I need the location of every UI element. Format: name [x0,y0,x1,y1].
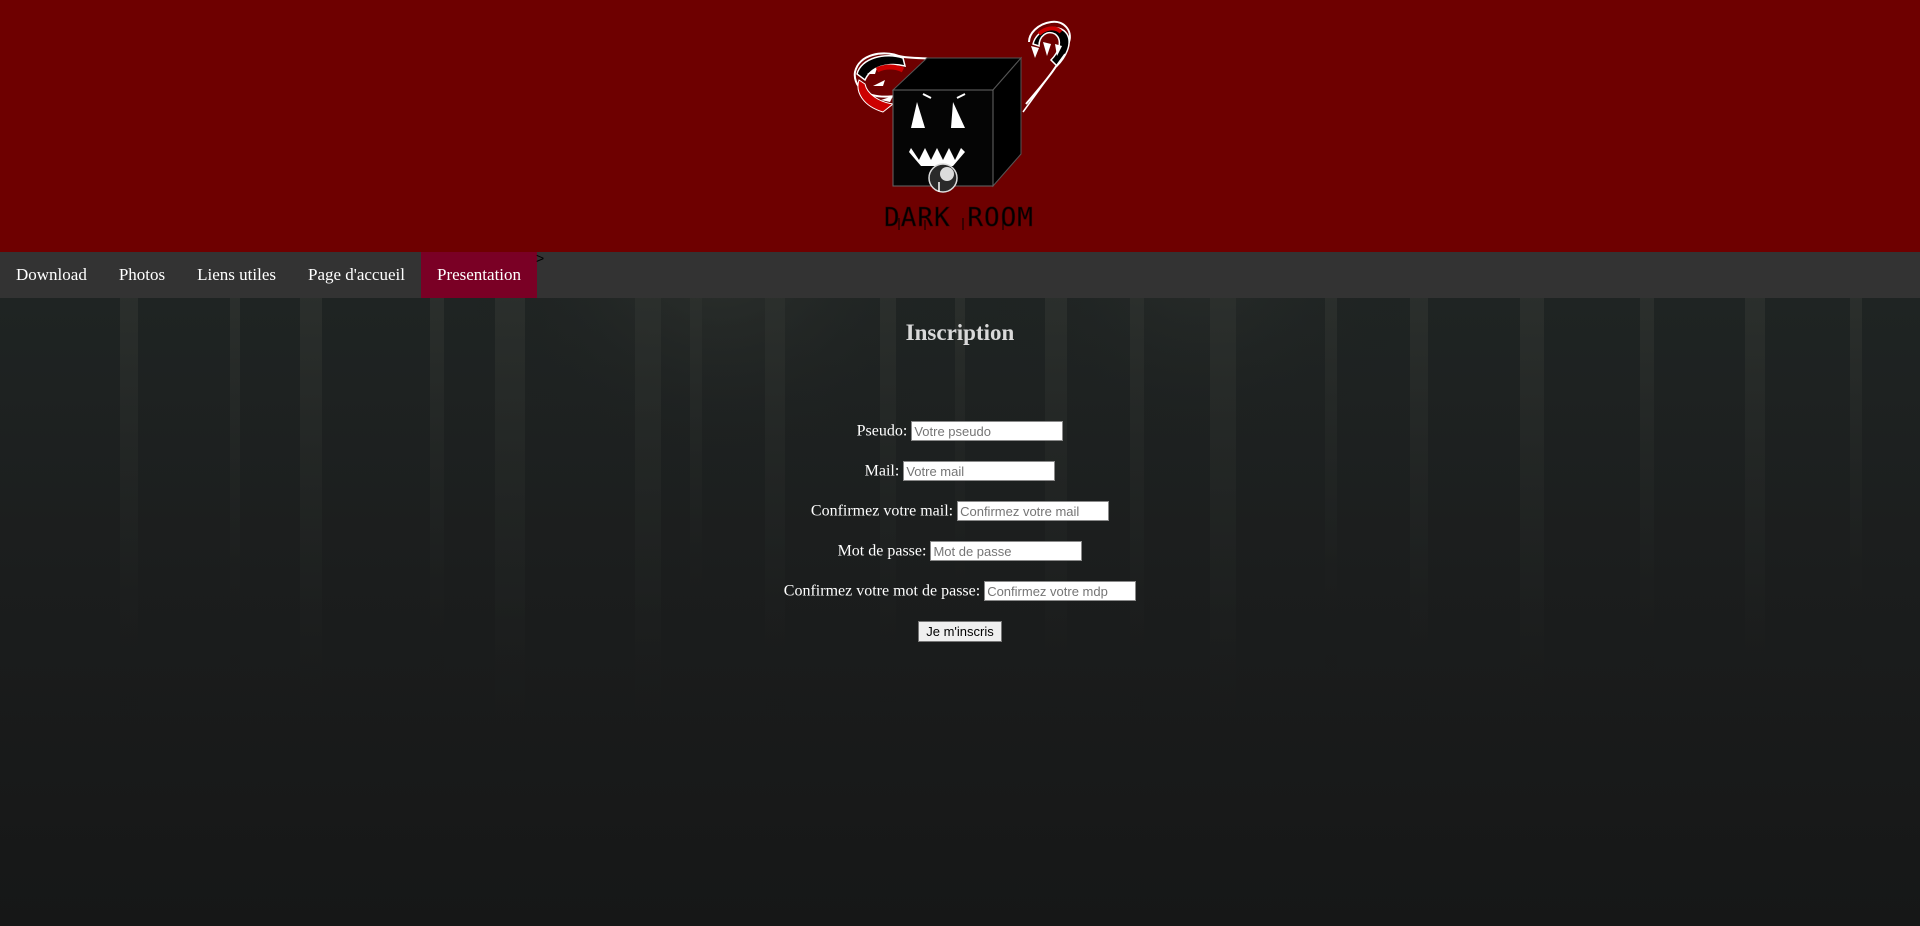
dark-room-wordmark: DARK ROOM [884,203,1034,234]
main-nav: Download Photos Liens utiles Page d'accu… [0,252,1920,298]
site-header: DARK ROOM [0,0,1920,252]
confirm-mail-label: Confirmez votre mail: [810,502,954,520]
svg-text:DARK ROOM: DARK ROOM [884,203,1034,233]
mail-input[interactable] [903,461,1056,482]
mail-row: Mail: [0,461,1920,501]
password-row: Mot de passe: [0,541,1920,581]
mail-label: Mail: [864,462,900,480]
pseudo-label: Pseudo: [856,422,908,440]
submit-row: Je m'inscris [0,621,1920,661]
nav-item-page-accueil[interactable]: Page d'accueil [292,252,421,298]
pseudo-row: Pseudo: [0,421,1920,461]
confirm-password-label: Confirmez votre mot de passe: [783,582,981,600]
signup-form: Inscription Pseudo: Mail: Confirmez votr… [0,298,1920,661]
stray-text: > [536,250,545,266]
confirm-password-row: Confirmez votre mot de passe: [0,581,1920,621]
right-claw-icon [1022,20,1071,113]
nav-list: Download Photos Liens utiles Page d'accu… [0,252,1920,298]
nav-item-presentation[interactable]: Presentation [420,252,538,298]
form-title: Inscription [905,320,1015,345]
dark-room-logo[interactable]: DARK ROOM [833,14,1077,236]
password-label: Mot de passe: [837,542,927,560]
confirm-mail-row: Confirmez votre mail: [0,501,1920,541]
nav-item-photos[interactable]: Photos [103,252,181,298]
cube-icon [891,56,1023,193]
password-input[interactable] [930,541,1083,562]
nav-item-download[interactable]: Download [0,252,103,298]
main-content: Inscription Pseudo: Mail: Confirmez votr… [0,298,1920,926]
pseudo-input[interactable] [911,421,1064,442]
nav-item-liens-utiles[interactable]: Liens utiles [181,252,292,298]
confirm-mail-input[interactable] [957,501,1110,522]
signup-button[interactable]: Je m'inscris [918,621,1002,642]
confirm-password-input[interactable] [984,581,1137,602]
